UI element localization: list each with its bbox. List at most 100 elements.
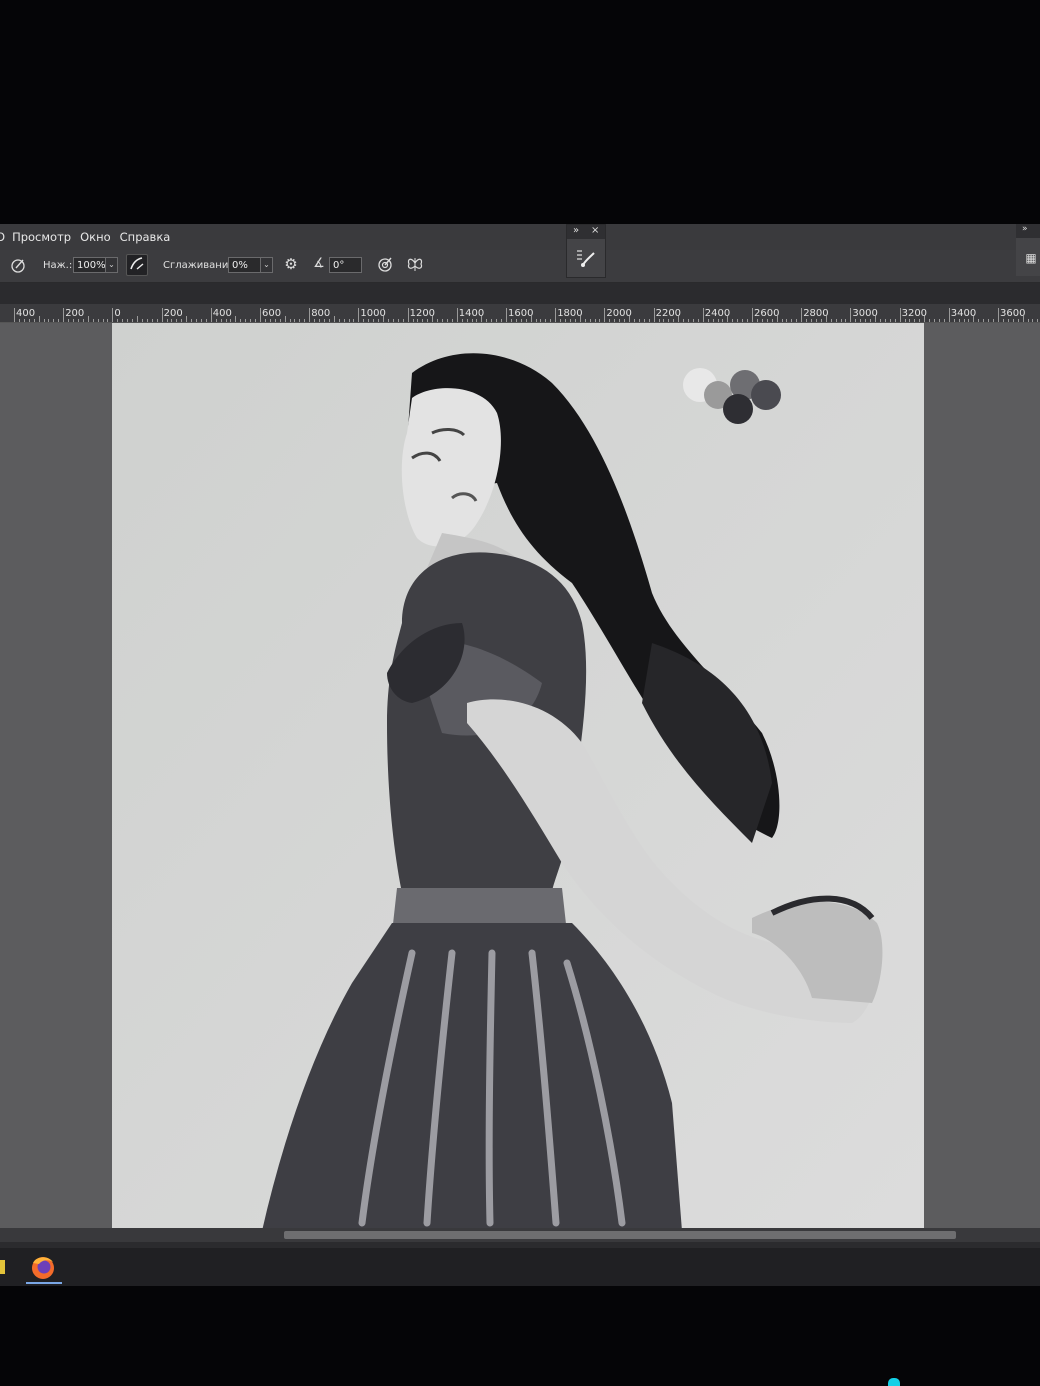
ruler-tick <box>663 319 665 322</box>
ruler-tick <box>348 319 350 322</box>
ruler-tick <box>176 319 178 322</box>
ruler-tick <box>274 319 276 322</box>
scrollbar-thumb[interactable] <box>284 1231 956 1239</box>
ruler-tick <box>264 319 266 322</box>
symmetry-butterfly-icon[interactable] <box>404 254 426 276</box>
ruler-tick <box>973 316 975 322</box>
firefox-icon[interactable] <box>26 1254 60 1282</box>
taskbar-app-edge-icon[interactable] <box>0 1260 5 1274</box>
ruler-tick <box>230 319 232 322</box>
ruler-tick <box>353 319 355 322</box>
ruler-tick <box>958 319 960 322</box>
ruler-tick <box>1017 319 1019 322</box>
ruler-tick <box>845 319 847 322</box>
ruler-tick <box>899 308 901 322</box>
ruler-tick <box>43 319 45 322</box>
ruler-tick <box>294 319 296 322</box>
ruler-tick <box>633 319 635 322</box>
ruler-tick <box>756 319 758 322</box>
ruler-tick <box>963 319 965 322</box>
ruler-tick <box>235 316 237 322</box>
angle-field[interactable]: 0° <box>329 257 362 273</box>
ruler-tick <box>210 308 212 322</box>
menu-item-view[interactable]: Просмотр <box>12 230 71 244</box>
collapse-icon[interactable]: » <box>573 225 579 236</box>
ruler-tick <box>486 319 488 322</box>
ruler-tick <box>23 319 25 322</box>
ruler-tick <box>879 319 881 322</box>
menu-item-window[interactable]: Окно <box>80 230 111 244</box>
brush-settings-icon[interactable] <box>575 247 597 269</box>
ruler-tick <box>998 308 999 322</box>
airbrush-toggle-icon[interactable] <box>126 254 148 276</box>
ruler-tick <box>102 319 104 322</box>
ruler-tick <box>407 308 409 322</box>
ruler-tick <box>141 319 143 322</box>
ruler-label: 400 <box>16 308 36 319</box>
ruler-tick <box>122 319 124 322</box>
ruler-tick <box>545 319 547 322</box>
ruler-tick <box>919 319 921 322</box>
ruler-tick <box>284 316 286 322</box>
ruler-tick <box>368 319 370 322</box>
ruler-tick <box>811 319 813 322</box>
smoothing-dropdown[interactable]: ⌄ <box>260 257 273 273</box>
power-led-indicator <box>888 1378 900 1386</box>
ruler-tick <box>934 319 936 322</box>
painting-canvas[interactable] <box>112 323 924 1231</box>
ruler-tick <box>250 319 252 322</box>
close-icon[interactable]: × <box>591 225 599 236</box>
menu-item-cut[interactable]: О <box>0 230 5 244</box>
ruler-tick <box>437 319 439 322</box>
ruler-tick <box>323 319 325 322</box>
pressure-dropdown[interactable]: ⌄ <box>105 257 118 273</box>
ruler-tick <box>855 319 857 322</box>
ruler-tick <box>506 308 507 322</box>
ruler-tick <box>889 319 891 322</box>
ruler-tick <box>151 319 153 322</box>
ruler-tick <box>599 319 601 322</box>
ruler-tick <box>73 319 75 322</box>
ruler-tick <box>392 319 394 322</box>
smoothing-field[interactable]: 0% <box>228 257 261 273</box>
ruler-tick <box>137 316 138 322</box>
pressure-field[interactable]: 100% <box>73 257 106 273</box>
menu-item-help[interactable]: Справка <box>120 230 171 244</box>
pressure-size-icon[interactable] <box>7 255 29 277</box>
right-dock-header: » <box>1016 224 1040 238</box>
ruler-tick <box>870 319 872 322</box>
ruler-tick <box>594 319 596 322</box>
ruler-tick <box>338 319 340 322</box>
pressure-opacity-icon[interactable] <box>374 254 396 276</box>
ruler-tick <box>412 319 414 322</box>
ruler-tick <box>38 316 40 322</box>
ruler-tick <box>535 319 537 322</box>
ruler-tick <box>565 319 567 322</box>
pressure-label: Наж.: <box>43 260 73 271</box>
ruler-tick <box>279 319 281 322</box>
libraries-icon[interactable]: ▦ <box>1020 248 1040 270</box>
right-collapse-icon[interactable]: » <box>1022 224 1028 234</box>
ruler-label: 800 <box>311 308 331 319</box>
ruler-tick <box>186 316 188 322</box>
ruler-tick <box>260 308 261 322</box>
ruler-tick <box>717 319 719 322</box>
ruler-tick <box>924 316 926 322</box>
ruler-tick <box>702 308 704 322</box>
ruler-tick <box>584 319 586 322</box>
ruler-tick <box>161 308 163 322</box>
ruler-tick <box>988 319 990 322</box>
ruler-tick <box>328 319 330 322</box>
ruler-tick <box>314 319 316 322</box>
ruler-tick <box>742 319 744 322</box>
ruler-tick <box>451 319 453 322</box>
ruler-tick <box>752 308 753 322</box>
ruler-tick <box>747 319 749 322</box>
ruler-tick <box>884 319 886 322</box>
panel-header: » × <box>567 225 605 239</box>
horizontal-ruler: 400 200 0 200 400 600 800 1000 1200 1400 1600 1800 2… <box>0 304 1040 323</box>
ruler-tick <box>53 319 55 322</box>
gear-icon[interactable]: ⚙ <box>280 254 302 276</box>
ruler-tick <box>378 319 380 322</box>
horizontal-scrollbar[interactable] <box>0 1228 1040 1242</box>
